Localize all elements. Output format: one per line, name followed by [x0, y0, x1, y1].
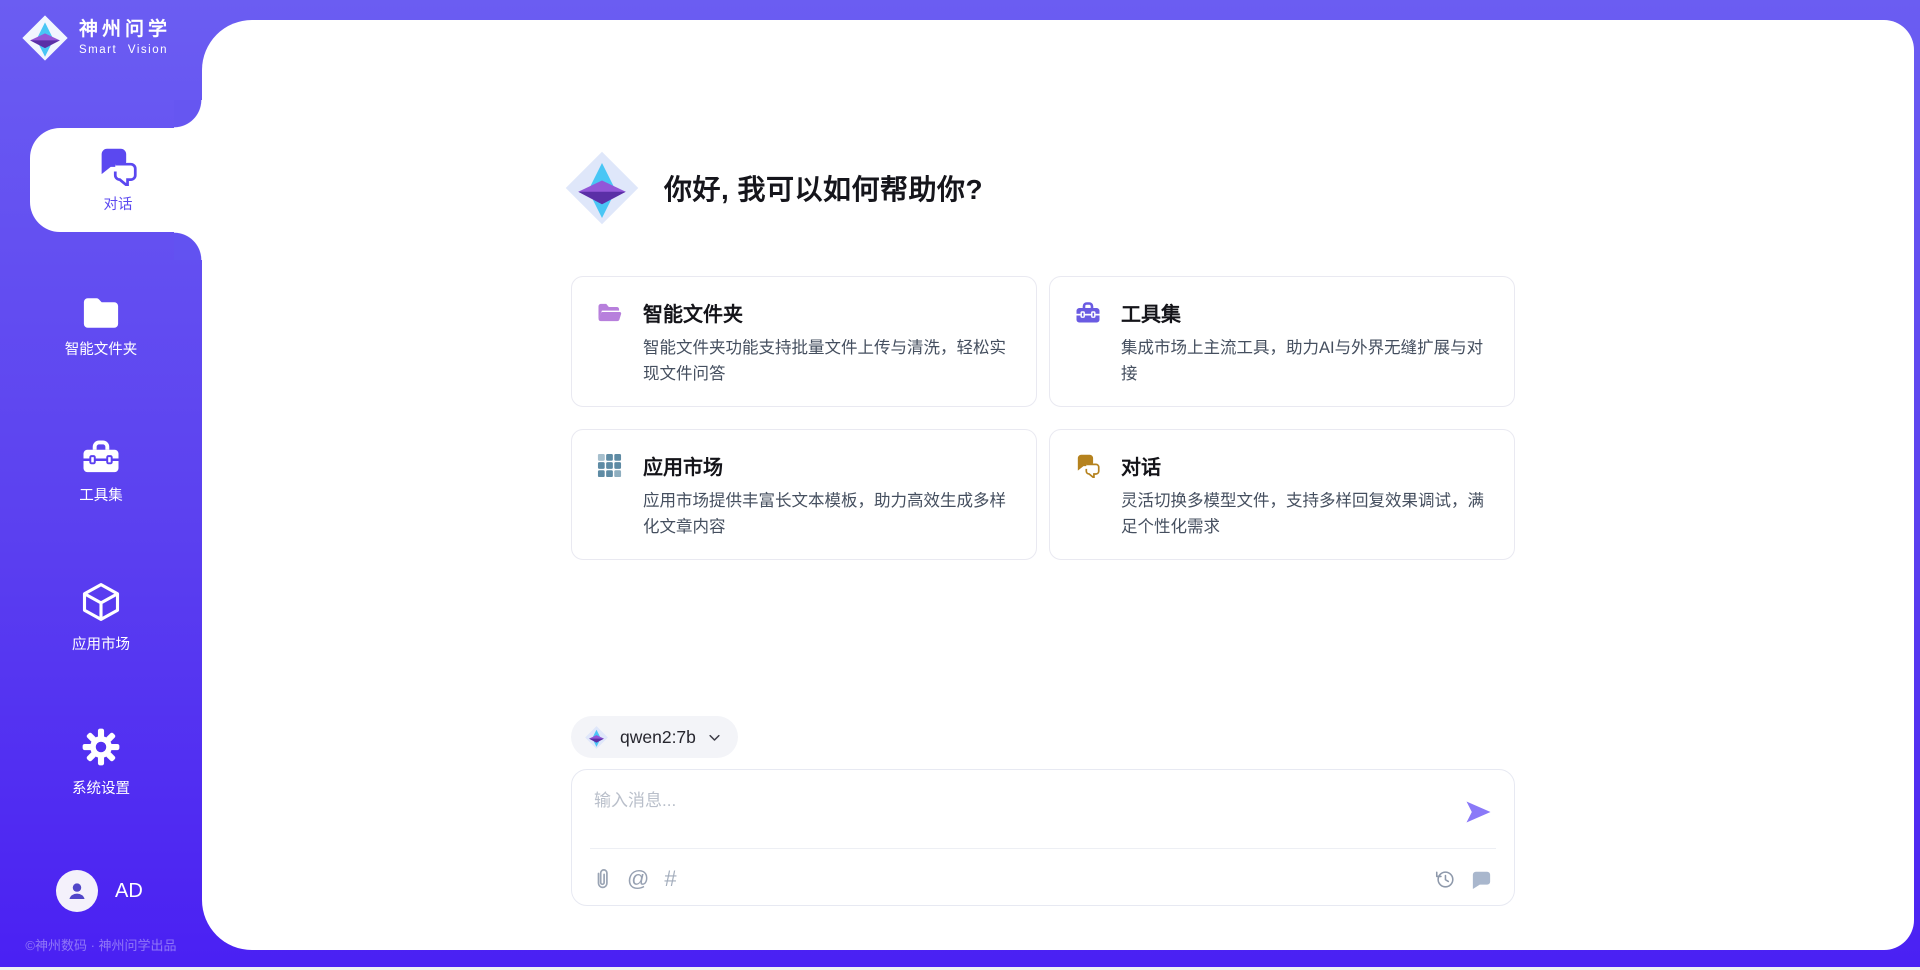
sidebar-item-app-market[interactable]: 应用市场	[0, 580, 202, 654]
feature-cards: 智能文件夹 智能文件夹功能支持批量文件上传与清洗，轻松实现文件问答 工具集 集成…	[571, 276, 1515, 560]
sidebar-item-settings[interactable]: 系统设置	[0, 726, 202, 798]
attachment-icon[interactable]	[592, 868, 612, 890]
grid-cube-icon	[596, 453, 623, 478]
card-description: 智能文件夹功能支持批量文件上传与清洗，轻松实现文件问答	[643, 336, 1012, 387]
copyright-footer: ©神州数码 · 神州问学出品	[0, 935, 202, 954]
greeting-title: 你好, 我可以如何帮助你?	[664, 168, 983, 208]
app-subtitle: Smart Vision	[79, 44, 171, 56]
folder-icon	[82, 296, 120, 329]
card-description: 应用市场提供丰富长文本模板，助力高效生成多样化文章内容	[643, 489, 1012, 540]
sidebar-item-label: 对话	[104, 193, 133, 214]
folder-open-icon	[596, 301, 623, 324]
chat-bubbles-icon	[1074, 453, 1101, 478]
gear-icon	[80, 726, 122, 768]
card-description: 集成市场上主流工具，助力AI与外界无缝扩展与对接	[1121, 336, 1490, 387]
card-description: 灵活切换多模型文件，支持多样回复效果调试，满足个性化需求	[1121, 489, 1490, 540]
toolbox-icon	[81, 440, 121, 475]
cube-icon	[79, 580, 123, 624]
avatar	[56, 870, 98, 912]
user-initials: AD	[115, 880, 143, 903]
message-input[interactable]	[592, 784, 1446, 840]
briefcase-icon	[1074, 301, 1101, 325]
card-title: 智能文件夹	[643, 298, 743, 327]
card-title: 工具集	[1121, 298, 1181, 327]
sidebar-item-smart-folders[interactable]: 智能文件夹	[0, 296, 202, 359]
app-logo-icon	[20, 13, 70, 63]
model-name: qwen2:7b	[620, 727, 696, 748]
greeting: 你好, 我可以如何帮助你?	[562, 148, 983, 228]
sidebar-item-label: 系统设置	[72, 777, 130, 798]
history-icon[interactable]	[1434, 868, 1456, 890]
model-selector[interactable]: qwen2:7b	[571, 716, 738, 758]
feature-card-app-market[interactable]: 应用市场 应用市场提供丰富长文本模板，助力高效生成多样化文章内容	[571, 429, 1037, 560]
feature-card-smart-folders[interactable]: 智能文件夹 智能文件夹功能支持批量文件上传与清洗，轻松实现文件问答	[571, 276, 1037, 407]
card-title: 对话	[1121, 451, 1161, 480]
app-logo: 神州问学 Smart Vision	[20, 13, 171, 63]
composer-divider	[590, 848, 1496, 849]
tab-fillet-top	[174, 100, 202, 128]
hashtag-icon[interactable]: #	[664, 868, 676, 890]
sidebar: 神州问学 Smart Vision 对话 智能文件夹	[0, 0, 202, 970]
tab-fillet-bottom	[174, 232, 202, 260]
sidebar-item-label: 智能文件夹	[65, 338, 138, 359]
user-account[interactable]: AD	[56, 870, 143, 912]
mention-icon[interactable]: @	[627, 868, 649, 890]
sidebar-item-label: 应用市场	[72, 633, 130, 654]
model-logo-icon	[584, 725, 609, 750]
chat-icon	[97, 146, 139, 186]
card-title: 应用市场	[643, 451, 723, 480]
assistant-logo-icon	[562, 148, 642, 228]
feature-card-toolset[interactable]: 工具集 集成市场上主流工具，助力AI与外界无缝扩展与对接	[1049, 276, 1515, 407]
main-panel: 你好, 我可以如何帮助你? 智能文件夹 智能文件夹功能支持批量文件上传与清洗，轻…	[202, 20, 1914, 950]
app-title: 神州问学	[79, 20, 171, 41]
send-icon[interactable]	[1465, 800, 1492, 824]
feature-card-chat[interactable]: 对话 灵活切换多模型文件，支持多样回复效果调试，满足个性化需求	[1049, 429, 1515, 560]
chevron-down-icon	[707, 730, 722, 745]
message-composer: @ #	[571, 769, 1515, 906]
sidebar-item-toolset[interactable]: 工具集	[0, 440, 202, 505]
sidebar-item-label: 工具集	[79, 484, 123, 505]
chat-bubble-icon[interactable]	[1471, 870, 1492, 889]
